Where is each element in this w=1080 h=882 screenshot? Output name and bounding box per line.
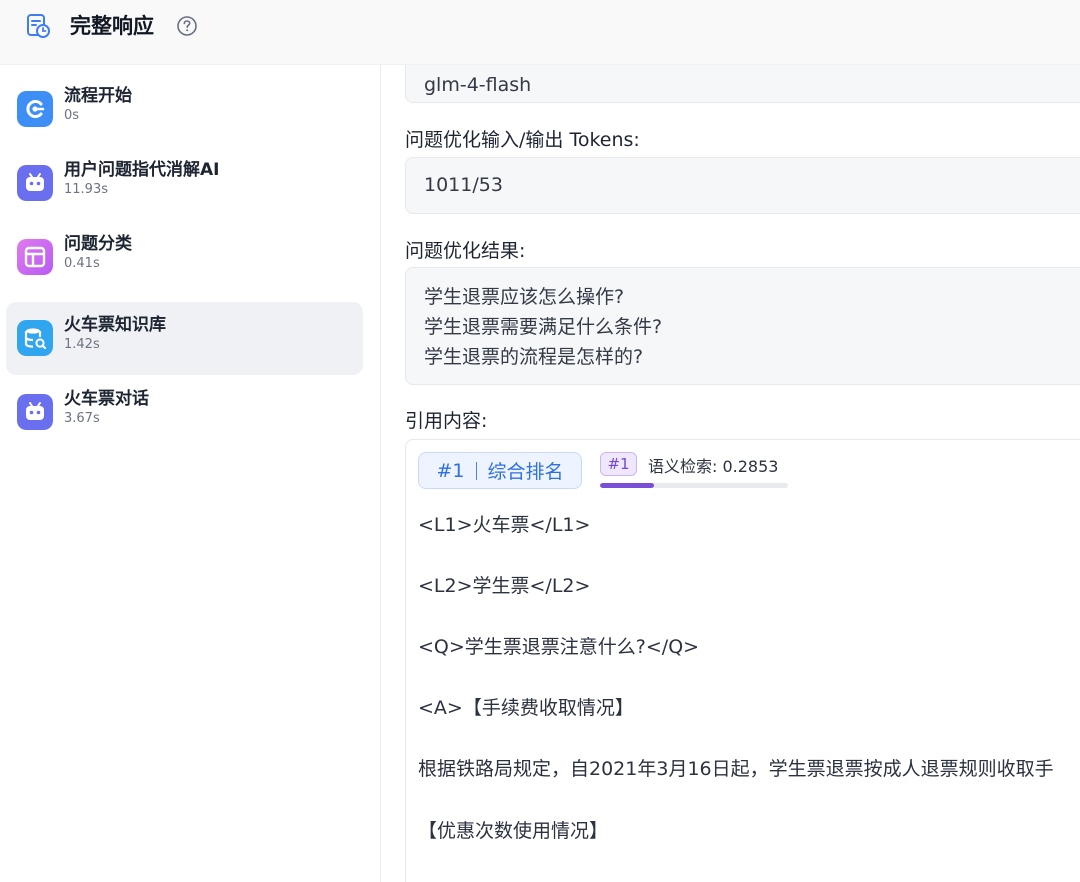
step-sidebar: 流程开始 0s 用户问题指代消解AI 11.93s 问题分类 0.41s 火车票… — [0, 65, 381, 882]
step-time: 1.42s — [64, 337, 100, 352]
robot-icon — [17, 165, 53, 201]
step-item-ticket-chat[interactable]: 火车票对话 3.67s — [6, 376, 363, 449]
rank-text: 综合排名 — [487, 461, 564, 483]
step-name: 问题分类 — [64, 234, 132, 254]
page-title: 完整响应 — [70, 14, 154, 38]
layout-icon — [17, 239, 53, 275]
opt-line: 学生退票的流程是怎样的? — [424, 346, 644, 368]
start-icon — [17, 91, 53, 127]
quote-line: <L1>火车票</L1> — [418, 514, 591, 536]
step-name: 火车票知识库 — [64, 315, 166, 335]
quote-label: 引用内容: — [405, 410, 488, 432]
semantic-score-fill — [600, 483, 654, 488]
step-time: 0.41s — [64, 256, 100, 271]
rank-badge: #1 综合排名 — [418, 452, 582, 489]
semantic-rank-badge: #1 — [600, 452, 637, 476]
tokens-value: 1011/53 — [424, 174, 503, 196]
quote-line: <A>【手续费收取情况】 — [418, 697, 634, 719]
step-item-ticket-kb[interactable]: 火车票知识库 1.42s — [6, 302, 363, 375]
rank-number: #1 — [436, 459, 465, 482]
header: 完整响应 — [0, 0, 1080, 65]
database-search-icon — [17, 320, 53, 356]
step-name: 用户问题指代消解AI — [64, 160, 220, 180]
step-time: 3.67s — [64, 411, 100, 426]
model-value: glm-4-flash — [424, 74, 532, 96]
robot-icon — [17, 394, 53, 430]
step-time: 0s — [64, 108, 80, 123]
quote-line: <L2>学生票</L2> — [418, 575, 591, 597]
model-value-box: glm-4-flash — [405, 65, 1080, 103]
response-detail: glm-4-flash 问题优化输入/输出 Tokens: 1011/53 问题… — [381, 65, 1080, 882]
quote-line: 根据铁路局规定，自2021年3月16日起，学生票退票按成人退票规则收取手 — [418, 758, 1054, 780]
opt-result-box: 学生退票应该怎么操作? 学生退票需要满足什么条件? 学生退票的流程是怎样的? — [405, 267, 1080, 385]
opt-line: 学生退票应该怎么操作? — [424, 286, 625, 308]
semantic-score-text: 语义检索: 0.2853 — [648, 457, 779, 476]
step-item-classify[interactable]: 问题分类 0.41s — [6, 221, 363, 294]
rank-separator — [475, 461, 477, 480]
opt-result-label: 问题优化结果: — [405, 240, 526, 262]
semantic-score-bar — [600, 483, 788, 488]
quote-card: #1 综合排名 #1 语义检索: 0.2853 <L1>火车票</L1> <L2… — [405, 439, 1080, 882]
tokens-value-box: 1011/53 — [405, 157, 1080, 214]
step-item-coref-ai[interactable]: 用户问题指代消解AI 11.93s — [6, 147, 363, 220]
quote-line: 【优惠次数使用情况】 — [418, 820, 609, 842]
help-icon[interactable] — [176, 15, 198, 37]
opt-line: 学生退票需要满足什么条件? — [424, 316, 663, 338]
step-name: 流程开始 — [64, 86, 132, 106]
tokens-label: 问题优化输入/输出 Tokens: — [405, 129, 640, 151]
step-time: 11.93s — [64, 182, 108, 197]
step-name: 火车票对话 — [64, 389, 149, 409]
step-item-start[interactable]: 流程开始 0s — [6, 73, 363, 146]
document-clock-icon — [27, 14, 50, 38]
quote-line: <Q>学生票退票注意什么?</Q> — [418, 636, 700, 658]
